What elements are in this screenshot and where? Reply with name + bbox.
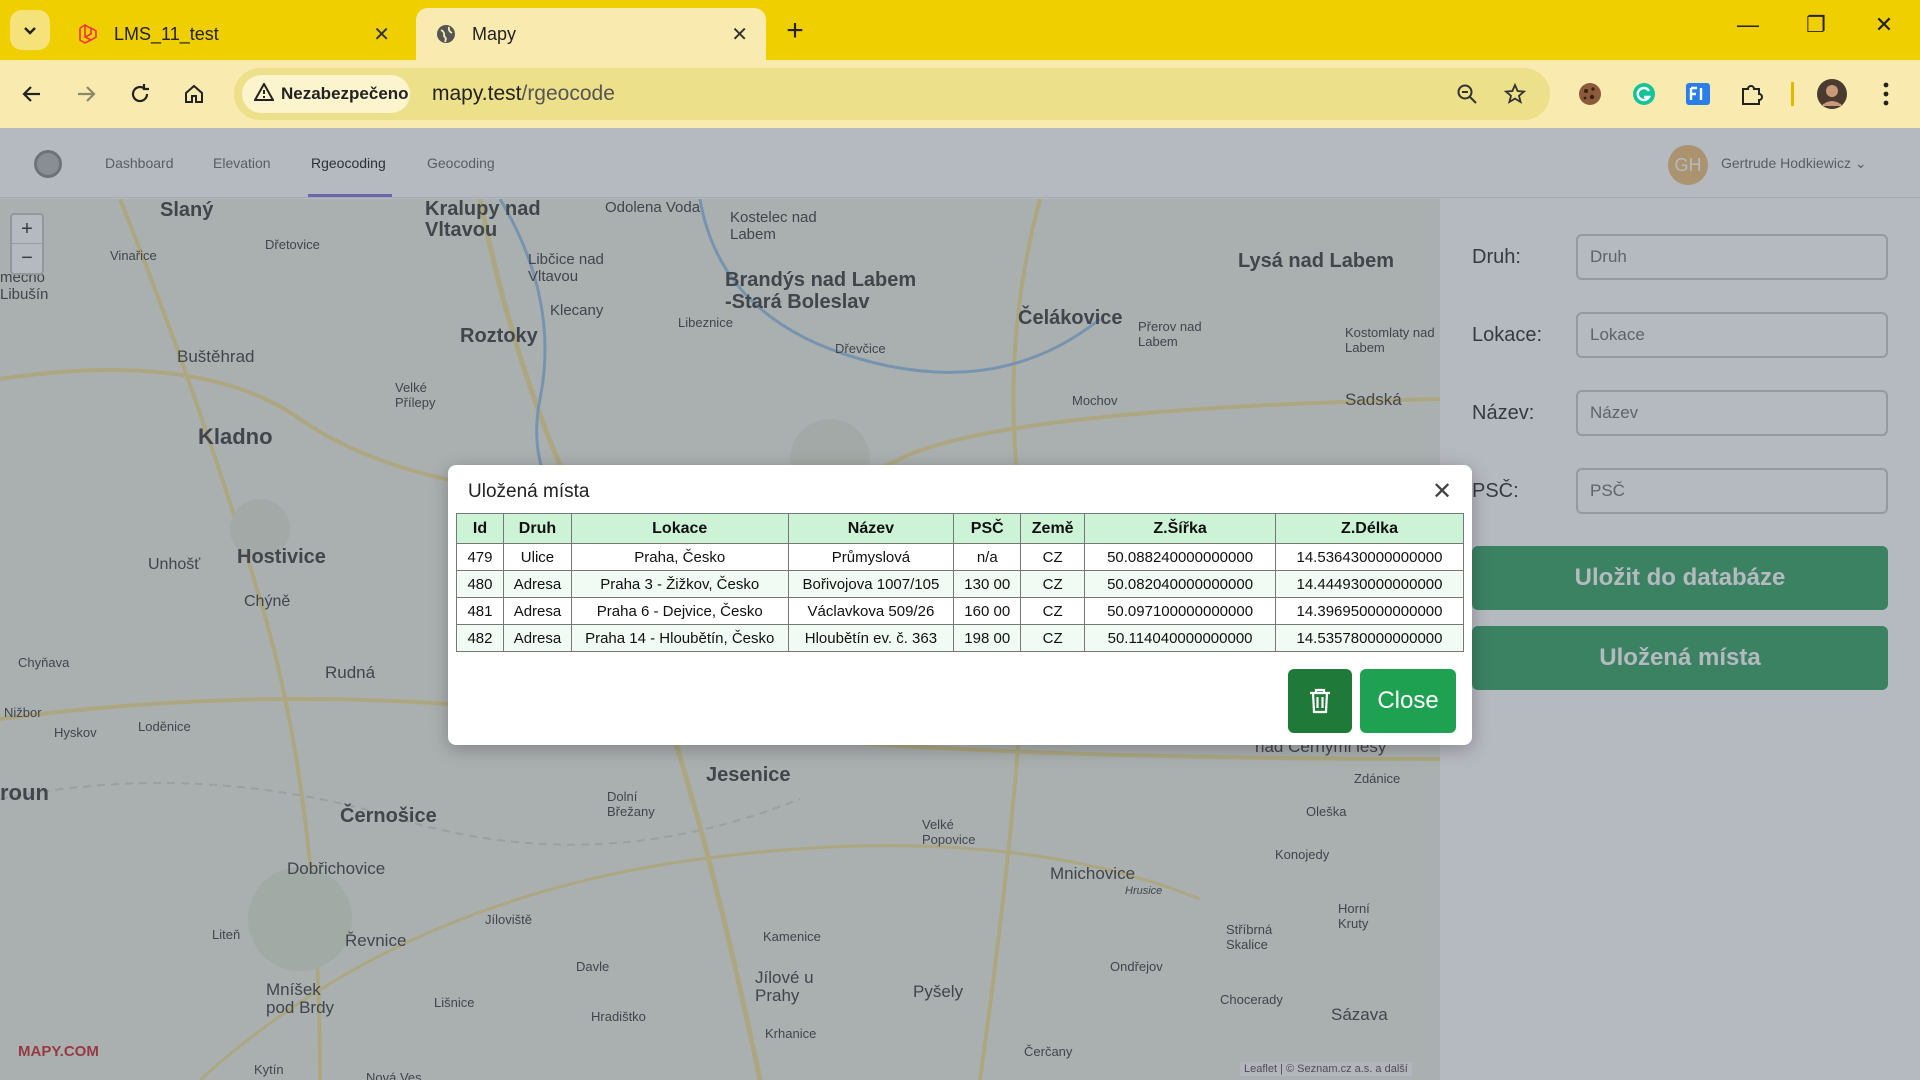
cell-longitude: 14.535780000000000 [1275,624,1464,652]
bookmark-star-icon[interactable] [1502,81,1528,107]
cell-druh: Adresa [502,597,572,625]
cell-druh: Adresa [502,570,572,598]
warning-icon [253,81,275,106]
restore-button[interactable]: ❐ [1796,12,1836,38]
close-button[interactable]: Close [1360,669,1456,733]
minimize-button[interactable]: — [1728,12,1768,38]
new-tab-button[interactable]: + [780,14,810,48]
toolbar-separator [1791,82,1794,106]
table-row[interactable]: 481 Adresa Praha 6 - Dejvice, Česko Václ… [456,597,1464,625]
cell-zeme: CZ [1020,597,1086,625]
cell-psc: 130 00 [953,570,1022,598]
cell-druh: Ulice [502,543,572,571]
cell-latitude: 50.114040000000000 [1084,624,1277,652]
url-host: mapy.test [432,82,522,105]
saved-places-modal: Uložená místa ✕ Id Druh Lokace Název PSČ… [448,465,1472,745]
col-lokace: Lokace [570,513,789,544]
arrow-right-icon [78,86,96,102]
tab-title: LMS_11_test [114,23,219,44]
security-chip[interactable]: Nezabezpečeno [242,75,410,113]
cell-psc: 198 00 [953,624,1022,652]
zoom-icon[interactable] [1454,81,1480,107]
cell-lokace: Praha 3 - Žižkov, Česko [570,570,789,598]
home-icon [185,84,203,103]
close-tab-icon[interactable]: ✕ [373,22,390,47]
back-button[interactable] [12,74,52,114]
modal-title: Uložená místa [468,481,590,502]
cell-id: 480 [456,570,504,598]
table-row[interactable]: 482 Adresa Praha 14 - Hloubětín, Česko H… [456,624,1464,652]
cell-psc: n/a [953,543,1022,571]
arrow-left-icon [22,86,40,102]
cell-longitude: 14.536430000000000 [1275,543,1464,571]
col-id: Id [456,513,504,544]
trash-icon [1310,688,1330,714]
tab-lms[interactable]: LMS_11_test ✕ [58,8,408,60]
saved-places-table: Id Druh Lokace Název PSČ Země Z.Šířka Z.… [456,513,1464,652]
col-longitude: Z.Délka [1275,513,1464,544]
url-text[interactable]: mapy.test/rgeocode [432,82,615,106]
cell-psc: 160 00 [953,597,1022,625]
tab-title: Mapy [472,23,517,44]
grammarly-extension-icon[interactable] [1628,78,1660,110]
laravel-icon [76,22,100,46]
url-path: /rgeocode [521,82,615,105]
tab-mapy[interactable]: Mapy ✕ [416,8,766,60]
table-row[interactable]: 479 Ulice Praha, Česko Průmyslová n/a CZ… [456,543,1464,571]
kebab-menu-icon[interactable] [1870,78,1902,110]
table-header-row: Id Druh Lokace Název PSČ Země Z.Šířka Z.… [456,513,1464,544]
reload-icon [131,84,149,103]
home-button[interactable] [174,74,214,114]
extensions-puzzle-icon[interactable] [1736,78,1768,110]
col-zeme: Země [1020,513,1086,544]
col-psc: PSČ [953,513,1022,544]
window-close-button[interactable]: ✕ [1864,12,1904,38]
reload-button[interactable] [120,74,160,114]
cell-latitude: 50.088240000000000 [1084,543,1277,571]
cell-zeme: CZ [1020,624,1086,652]
profile-avatar-icon[interactable] [1816,78,1848,110]
cell-id: 479 [456,543,504,571]
forward-button[interactable] [66,74,106,114]
cell-id: 482 [456,624,504,652]
cell-nazev: Průmyslová [787,543,955,571]
globe-icon [434,22,458,46]
delete-button[interactable] [1288,669,1352,733]
col-nazev: Název [787,513,955,544]
cell-lokace: Praha, Česko [570,543,789,571]
cell-longitude: 14.396950000000000 [1275,597,1464,625]
cell-nazev: Hloubětín ev. č. 363 [787,624,955,652]
cookie-extension-icon[interactable] [1574,78,1606,110]
table-row[interactable]: 480 Adresa Praha 3 - Žižkov, Česko Bořiv… [456,570,1464,598]
chevron-down-icon [24,27,36,35]
col-druh: Druh [502,513,572,544]
security-label: Nezabezpečeno [281,84,409,103]
cell-latitude: 50.097100000000000 [1084,597,1277,625]
cell-nazev: Václavkova 509/26 [787,597,955,625]
cell-lokace: Praha 6 - Dejvice, Česko [570,597,789,625]
cell-lokace: Praha 14 - Hloubětín, Česko [570,624,789,652]
col-latitude: Z.Šířka [1084,513,1277,544]
cell-longitude: 14.444930000000000 [1275,570,1464,598]
address-bar[interactable]: Nezabezpečeno mapy.test/rgeocode [234,68,1550,120]
close-tab-icon[interactable]: ✕ [731,22,748,47]
cell-id: 481 [456,597,504,625]
tab-search-button[interactable] [10,10,50,50]
font-extension-icon[interactable] [1682,78,1714,110]
cell-zeme: CZ [1020,570,1086,598]
browser-tabstrip: LMS_11_test ✕ Mapy ✕ + — ❐ ✕ [0,0,1920,60]
cell-nazev: Bořivojova 1007/105 [787,570,955,598]
modal-close-icon[interactable]: ✕ [1432,477,1452,506]
cell-latitude: 50.082040000000000 [1084,570,1277,598]
cell-zeme: CZ [1020,543,1086,571]
cell-druh: Adresa [502,624,572,652]
